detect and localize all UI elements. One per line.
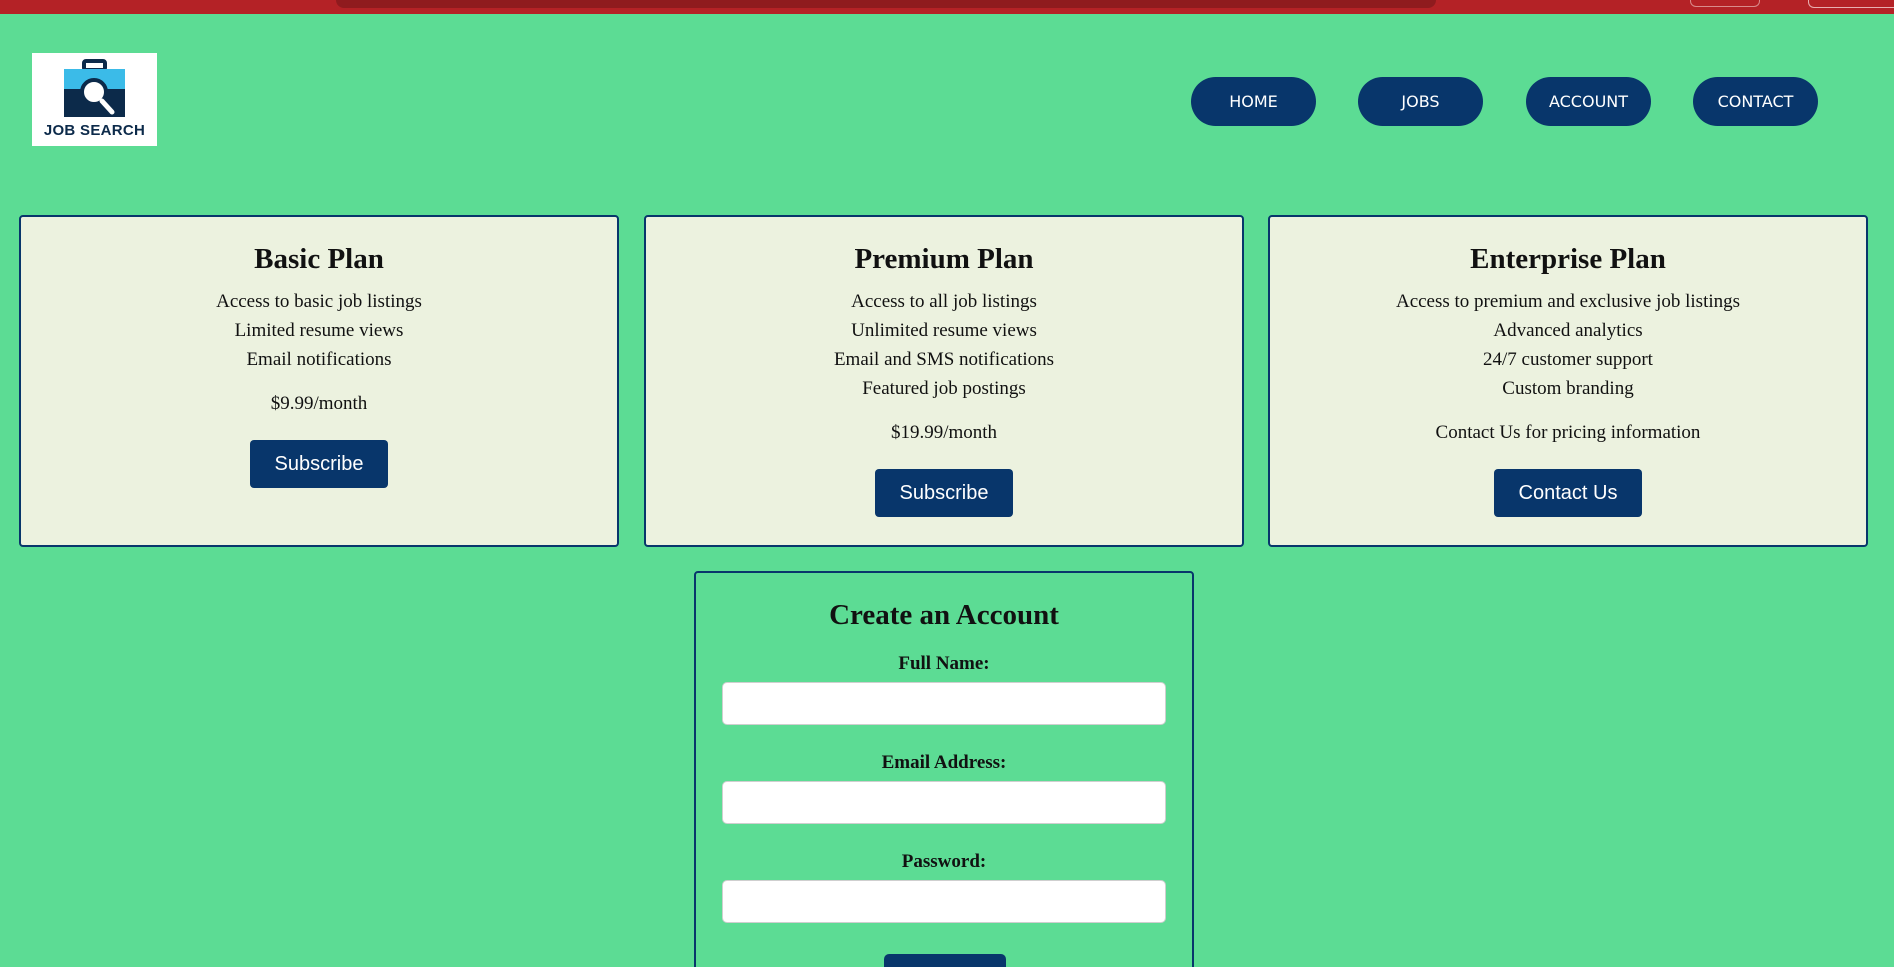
- briefcase-magnifier-icon: [64, 59, 125, 117]
- site-logo[interactable]: JOB SEARCH: [32, 53, 157, 146]
- create-account-button[interactable]: [884, 954, 1006, 967]
- browser-toolbar: [0, 0, 1894, 14]
- nav-jobs-button[interactable]: JOBS: [1358, 77, 1483, 126]
- subscribe-button[interactable]: Subscribe: [874, 469, 1014, 517]
- address-bar[interactable]: [336, 0, 1436, 8]
- plan-feature: Access to all job listings: [851, 291, 1037, 312]
- plan-card-premium: Premium Plan Access to all job listings …: [644, 215, 1244, 547]
- plan-feature: Email notifications: [246, 349, 392, 370]
- plan-feature: Unlimited resume views: [851, 320, 1037, 341]
- plan-feature: Access to premium and exclusive job list…: [1395, 291, 1741, 312]
- create-account-form: Create an Account Full Name: Email Addre…: [694, 571, 1194, 967]
- email-input[interactable]: [722, 781, 1166, 824]
- plan-feature: 24/7 customer support: [1483, 349, 1653, 370]
- profile-button[interactable]: [1808, 0, 1894, 8]
- plan-card-enterprise: Enterprise Plan Access to premium and ex…: [1268, 215, 1868, 547]
- plan-feature: Limited resume views: [234, 320, 404, 341]
- extension-button[interactable]: [1690, 0, 1760, 7]
- subscribe-button[interactable]: Subscribe: [249, 440, 389, 488]
- nav-home-button[interactable]: HOME: [1191, 77, 1316, 126]
- plan-card-basic: Basic Plan Access to basic job listings …: [19, 215, 619, 547]
- plan-feature: Email and SMS notifications: [833, 349, 1055, 370]
- plan-price: $19.99/month: [890, 422, 998, 443]
- contact-us-button[interactable]: Contact Us: [1493, 469, 1643, 517]
- plan-feature: Featured job postings: [862, 378, 1026, 399]
- plan-title: Basic Plan: [254, 243, 384, 275]
- logo-text: JOB SEARCH: [43, 122, 146, 139]
- full-name-input[interactable]: [722, 682, 1166, 725]
- password-label: Password:: [901, 851, 987, 872]
- nav-account-button[interactable]: ACCOUNT: [1526, 77, 1651, 126]
- nav-contact-button[interactable]: CONTACT: [1693, 77, 1818, 126]
- plan-feature: Access to basic job listings: [216, 291, 422, 312]
- password-input[interactable]: [722, 880, 1166, 923]
- email-label: Email Address:: [881, 752, 1007, 773]
- plan-feature: Custom branding: [1502, 378, 1634, 399]
- plan-price: $9.99/month: [270, 393, 368, 414]
- full-name-label: Full Name:: [898, 653, 990, 674]
- form-title: Create an Account: [829, 599, 1059, 631]
- plan-title: Premium Plan: [854, 243, 1034, 275]
- plan-price: Contact Us for pricing information: [1435, 422, 1701, 443]
- plan-feature: Advanced analytics: [1493, 320, 1643, 341]
- plan-title: Enterprise Plan: [1470, 243, 1666, 275]
